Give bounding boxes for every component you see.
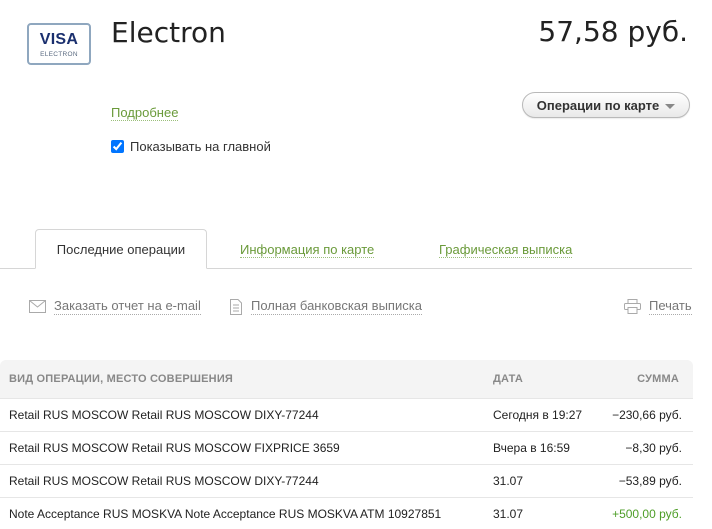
operation-description: Note Acceptance RUS MOSKVA Note Acceptan… <box>9 507 442 521</box>
table-row[interactable]: Retail RUS MOSCOW Retail RUS MOSCOW DIXY… <box>0 464 693 497</box>
chevron-down-icon <box>665 103 676 109</box>
header-date: ДАТА <box>493 373 524 385</box>
print-action[interactable]: Печать <box>624 298 692 315</box>
table-row[interactable]: Retail RUS MOSCOW Retail RUS MOSCOW FIXP… <box>0 431 693 464</box>
operation-date: Сегодня в 19:27 <box>493 408 583 422</box>
email-report-action[interactable]: Заказать отчет на e-mail <box>29 298 201 315</box>
printer-icon <box>624 299 641 314</box>
operation-description: Retail RUS MOSCOW Retail RUS MOSCOW FIXP… <box>9 441 340 455</box>
tab-recent-operations-label: Последние операции <box>56 241 186 257</box>
operation-amount: −53,89 руб. <box>618 474 682 488</box>
visa-electron-card-logo: VISA ELECTRON <box>27 23 91 65</box>
table-row[interactable]: Note Acceptance RUS MOSKVA Note Acceptan… <box>0 497 693 529</box>
card-balance: 57,58 руб. <box>538 15 688 48</box>
show-on-main-option[interactable]: Показывать на главной <box>111 139 271 154</box>
card-brand-text: VISA <box>39 31 79 48</box>
tab-graphic-statement[interactable]: Графическая выписка <box>439 242 573 258</box>
tab-recent-operations[interactable]: Последние операции <box>35 229 207 269</box>
operation-amount: −8,30 руб. <box>625 441 682 455</box>
operation-date: 31.07 <box>493 507 524 521</box>
table-row[interactable]: Retail RUS MOSCOW Retail RUS MOSCOW DIXY… <box>0 398 693 431</box>
header-amount: СУММА <box>637 373 679 385</box>
show-on-main-checkbox[interactable] <box>111 140 124 153</box>
operation-amount: +500,00 руб. <box>612 507 682 521</box>
operations-table: ВИД ОПЕРАЦИИ, МЕСТО СОВЕРШЕНИЯ ДАТА СУММ… <box>0 360 693 529</box>
operation-date: 31.07 <box>493 474 524 488</box>
operation-description: Retail RUS MOSCOW Retail RUS MOSCOW DIXY… <box>9 408 319 422</box>
card-subbrand-text: ELECTRON <box>40 51 78 58</box>
table-header: ВИД ОПЕРАЦИИ, МЕСТО СОВЕРШЕНИЯ ДАТА СУММ… <box>0 360 693 398</box>
document-icon <box>230 298 242 315</box>
operation-date: Вчера в 16:59 <box>493 441 570 455</box>
email-report-label: Заказать отчет на e-mail <box>54 298 201 315</box>
card-operations-dropdown[interactable]: Операции по карте <box>522 92 690 118</box>
full-statement-action[interactable]: Полная банковская выписка <box>229 298 422 315</box>
operation-amount: −230,66 руб. <box>612 408 682 422</box>
more-details-link[interactable]: Подробнее <box>111 105 179 121</box>
card-operations-label: Операции по карте <box>536 97 660 113</box>
card-title: Electron <box>111 16 226 49</box>
show-on-main-label: Показывать на главной <box>130 139 271 154</box>
full-statement-label: Полная банковская выписка <box>251 298 422 315</box>
print-label: Печать <box>649 298 692 315</box>
header-description: ВИД ОПЕРАЦИИ, МЕСТО СОВЕРШЕНИЯ <box>9 373 234 385</box>
envelope-icon <box>29 300 46 313</box>
operation-description: Retail RUS MOSCOW Retail RUS MOSCOW DIXY… <box>9 474 319 488</box>
tab-card-info[interactable]: Информация по карте <box>240 242 375 258</box>
